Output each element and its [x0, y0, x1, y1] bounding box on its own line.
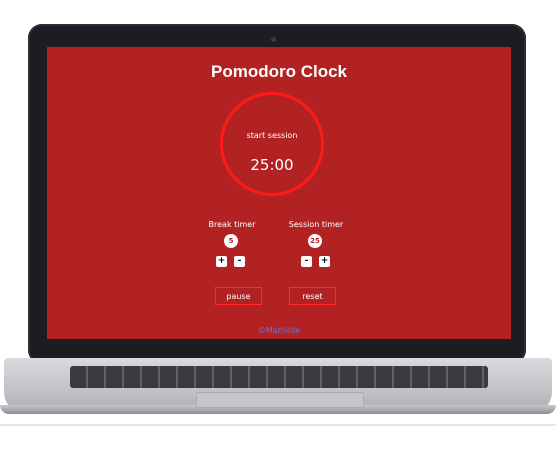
session-timer-label: Session timer [288, 220, 344, 229]
session-increment-button[interactable]: + [319, 256, 330, 267]
clock-time: 25:00 [250, 156, 294, 174]
page-title: Pomodoro Clock [210, 62, 347, 81]
reset-button[interactable]: reset [289, 287, 336, 305]
session-decrement-button[interactable]: - [301, 256, 312, 267]
table-surface [0, 424, 556, 426]
session-timer-value: 25 [308, 234, 322, 248]
laptop-keyboard [70, 366, 488, 388]
footer-credit-link[interactable]: ©Mathilde [47, 326, 511, 335]
pause-button[interactable]: pause [215, 287, 262, 305]
break-decrement-button[interactable]: - [234, 256, 245, 267]
break-timer-value: 5 [224, 234, 238, 248]
break-increment-button[interactable]: + [216, 256, 227, 267]
break-timer-label: Break timer [208, 220, 256, 229]
clock-status-label[interactable]: start session [220, 131, 324, 140]
camera-icon [271, 37, 276, 42]
session-clock[interactable] [220, 92, 324, 196]
laptop-trackpad [196, 392, 364, 408]
